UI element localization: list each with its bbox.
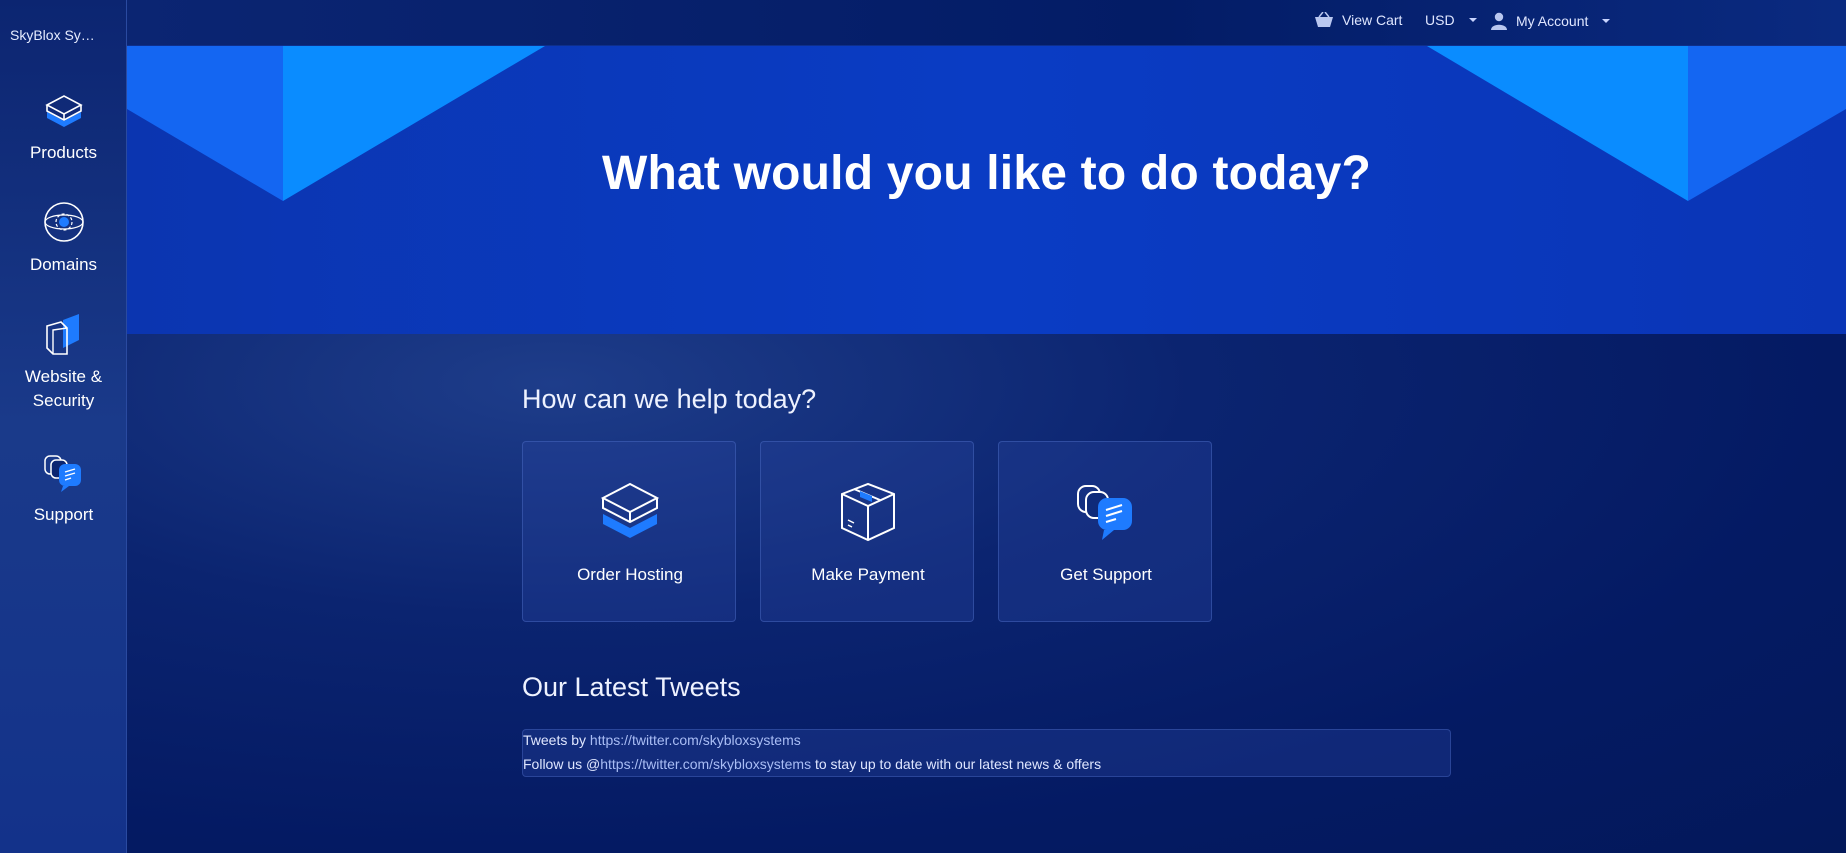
follow-us-suffix: to stay up to date with our latest news … bbox=[811, 756, 1102, 772]
my-account-dropdown[interactable]: My Account bbox=[1490, 12, 1611, 30]
my-account-label: My Account bbox=[1516, 13, 1589, 29]
twitter-follow-link[interactable]: https://twitter.com/skybloxsystems bbox=[600, 756, 811, 772]
view-cart-link[interactable]: View Cart bbox=[1314, 12, 1402, 28]
chevron-down-icon bbox=[1602, 19, 1611, 23]
follow-us-line: Follow us @https://twitter.com/skybloxsy… bbox=[523, 756, 1101, 772]
sidebar-item-label: Products bbox=[29, 143, 98, 162]
sidebar-item-website-security[interactable]: Website & Security bbox=[0, 312, 127, 413]
follow-us-label: Follow us @ bbox=[523, 756, 601, 772]
card-label: Get Support bbox=[1060, 565, 1152, 584]
top-navbar: View Cart USD My Account bbox=[127, 0, 1846, 46]
tweets-section-title: Our Latest Tweets bbox=[522, 672, 741, 702]
sidebar-item-label: Website & bbox=[24, 367, 103, 386]
box-icon bbox=[44, 95, 83, 127]
chat-bubbles-icon bbox=[1077, 485, 1132, 540]
server-box-icon bbox=[600, 482, 660, 538]
card-label: Make Payment bbox=[811, 565, 925, 584]
get-support-card[interactable]: Get Support bbox=[998, 441, 1212, 622]
sidebar-item-support[interactable]: Support bbox=[0, 450, 127, 527]
globe-icon bbox=[43, 202, 84, 242]
sidebar: SkyBlox Sy… Products Domains Website & S… bbox=[0, 0, 127, 853]
hero-title: What would you like to do today? bbox=[601, 147, 1372, 200]
package-icon bbox=[841, 482, 895, 542]
twitter-link[interactable]: https://twitter.com/skybloxsystems bbox=[590, 732, 801, 748]
sidebar-item-label-line2: Security bbox=[32, 391, 95, 410]
user-icon bbox=[1491, 12, 1507, 30]
hero-banner: What would you like to do today? bbox=[127, 46, 1846, 334]
sidebar-item-products[interactable]: Products bbox=[0, 88, 127, 165]
sidebar-item-domains[interactable]: Domains bbox=[0, 200, 127, 277]
tweets-by-label: Tweets by bbox=[523, 732, 590, 748]
tweets-panel: Tweets by https://twitter.com/skybloxsys… bbox=[522, 729, 1451, 777]
chat-bubbles-icon bbox=[43, 455, 81, 492]
shield-book-icon bbox=[45, 314, 79, 355]
order-hosting-card[interactable]: Order Hosting bbox=[522, 441, 736, 622]
card-label: Order Hosting bbox=[577, 565, 683, 584]
view-cart-label: View Cart bbox=[1342, 12, 1403, 28]
help-section-title: How can we help today? bbox=[522, 384, 817, 414]
tweets-by-line: Tweets by https://twitter.com/skybloxsys… bbox=[523, 732, 801, 748]
currency-label: USD bbox=[1425, 12, 1455, 28]
brand-name[interactable]: SkyBlox Sy… bbox=[10, 27, 120, 43]
sidebar-item-label: Support bbox=[33, 505, 94, 524]
chevron-down-icon bbox=[1468, 18, 1477, 22]
make-payment-card[interactable]: Make Payment bbox=[760, 441, 974, 622]
basket-icon bbox=[1315, 12, 1333, 27]
currency-dropdown[interactable]: USD bbox=[1425, 12, 1477, 28]
sidebar-item-label: Domains bbox=[29, 255, 98, 274]
